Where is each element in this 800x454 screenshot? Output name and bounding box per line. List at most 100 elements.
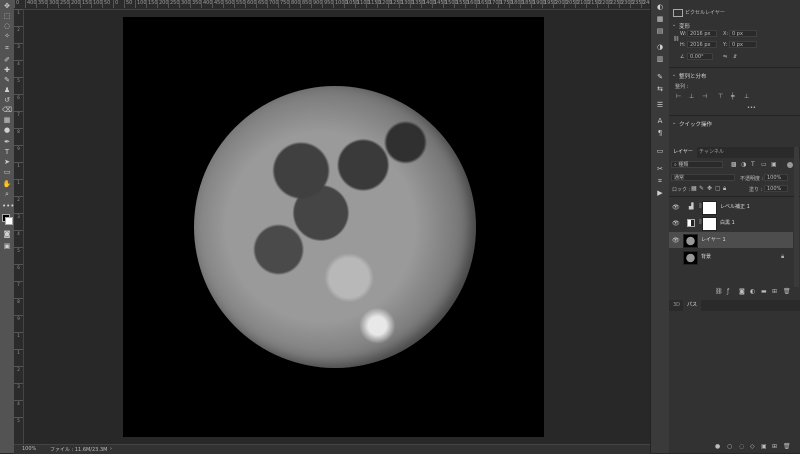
brush-icon[interactable]: ✎: [2, 76, 12, 84]
gradient-icon[interactable]: ▦: [2, 116, 12, 124]
magic-wand-icon[interactable]: ✧: [2, 32, 12, 40]
fill-field[interactable]: 100%: [764, 185, 788, 192]
brush-settings-icon[interactable]: ✎: [654, 72, 666, 82]
color-icon[interactable]: ◐: [654, 2, 666, 12]
angle-field[interactable]: 0.00°: [687, 53, 713, 60]
screen-mode-icon[interactable]: ▣: [2, 242, 12, 250]
delete-layer-icon[interactable]: 🗑︎: [783, 289, 791, 295]
quick-mask-icon[interactable]: ◙: [2, 230, 12, 238]
y-field[interactable]: 0 px: [729, 41, 757, 48]
layer-kind-filter[interactable]: ⌕ 種類: [671, 161, 723, 168]
new-adjustment-icon[interactable]: ◐: [750, 289, 756, 295]
character-icon[interactable]: A: [654, 116, 666, 126]
tools-presets-icon[interactable]: ✂: [654, 164, 666, 174]
height-field[interactable]: 2016 px: [687, 41, 717, 48]
layer-row[interactable]: 👁︎ ▟ ⛓ レベル補正 1: [669, 199, 793, 215]
zoom-icon[interactable]: ⌕: [2, 190, 12, 198]
gradient-panel-icon[interactable]: ▤: [654, 26, 666, 36]
healing-icon[interactable]: ✚: [2, 66, 12, 74]
path-select-icon[interactable]: ➤: [2, 158, 12, 166]
rectangle-icon[interactable]: ▭: [2, 168, 12, 176]
zoom-level[interactable]: 100%: [22, 446, 36, 452]
filter-toggle[interactable]: [787, 162, 793, 168]
filter-type-icon[interactable]: T: [751, 162, 757, 168]
filter-smart-icon[interactable]: ▣: [771, 162, 777, 168]
blend-mode-select[interactable]: 通常: [671, 174, 735, 181]
link-icon[interactable]: ⛓: [673, 36, 679, 42]
opacity-field[interactable]: 100%: [764, 174, 788, 181]
layer-row[interactable]: 👁︎ ⛓ 白黒 1: [669, 215, 793, 231]
status-arrow-icon[interactable]: ›: [110, 446, 112, 452]
lock-position-icon[interactable]: ✥: [707, 186, 713, 192]
pen-icon[interactable]: ✒: [2, 138, 12, 146]
actions-icon[interactable]: ▶: [654, 188, 666, 198]
lock-all-icon[interactable]: 🔒︎: [723, 186, 729, 192]
tab-channels[interactable]: チャンネル: [695, 147, 728, 158]
tab-layers[interactable]: レイヤー: [669, 147, 697, 158]
lasso-icon[interactable]: ◌: [2, 22, 12, 30]
adjustments-icon[interactable]: ◑: [654, 42, 666, 52]
background-color-swatch[interactable]: [5, 217, 13, 225]
fx-icon[interactable]: ƒ: [727, 289, 733, 295]
new-layer-icon[interactable]: ⊞: [772, 289, 778, 295]
visibility-eye-icon[interactable]: 👁︎: [672, 237, 680, 244]
lock-artboard-icon[interactable]: ▢: [715, 186, 721, 192]
width-field[interactable]: 2016 px: [687, 30, 717, 37]
lock-icon[interactable]: 🔒︎: [781, 253, 784, 261]
layers-scrollbar[interactable]: [794, 147, 799, 287]
layer-row[interactable]: 背景 🔒︎: [669, 249, 793, 265]
stroke-path-icon[interactable]: ○: [727, 444, 733, 450]
hand-icon[interactable]: ✋: [2, 180, 12, 188]
dodge-icon[interactable]: ●: [2, 126, 12, 134]
align-top-icon[interactable]: ⊤: [718, 94, 724, 100]
align-chevron-icon[interactable]: ⌄: [672, 72, 676, 78]
flip-horizontal-icon[interactable]: ⇋: [723, 54, 727, 60]
add-mask-icon[interactable]: ◙: [739, 289, 745, 295]
link-layers-icon[interactable]: ⛓: [715, 289, 723, 295]
learn-icon[interactable]: ▥: [654, 54, 666, 64]
filter-pixel-icon[interactable]: ▩: [731, 162, 737, 168]
new-group-icon[interactable]: ▬: [761, 289, 767, 295]
eraser-icon[interactable]: ⌫: [2, 106, 12, 114]
clone-source-icon[interactable]: ⇆: [654, 84, 666, 94]
transform-chevron-icon[interactable]: ⌄: [672, 22, 676, 28]
visibility-eye-icon[interactable]: 👁︎: [672, 204, 680, 211]
add-mask-path-icon[interactable]: ▣: [761, 444, 767, 450]
align-hcenter-icon[interactable]: ⊥: [689, 94, 695, 100]
history-brush-icon[interactable]: ↺: [2, 96, 12, 104]
quick-actions-chevron-icon[interactable]: ⌄: [672, 120, 676, 126]
history-icon[interactable]: ⌗: [654, 176, 666, 186]
ruler-tick-label: 3: [14, 383, 23, 389]
paragraph-icon[interactable]: ¶: [654, 128, 666, 138]
layer-row-selected[interactable]: 👁︎ レイヤー 1: [669, 232, 793, 248]
info-icon[interactable]: ▭: [654, 146, 666, 156]
move-icon[interactable]: ✥: [2, 2, 12, 10]
swatches-icon[interactable]: ▦: [654, 14, 666, 24]
tab-paths[interactable]: パス: [683, 300, 702, 311]
fill-path-icon[interactable]: ●: [715, 444, 721, 450]
new-path-icon[interactable]: ⊞: [772, 444, 778, 450]
lock-transparent-icon[interactable]: ▦: [691, 186, 697, 192]
align-vcenter-icon[interactable]: ╪: [731, 94, 737, 100]
load-selection-icon[interactable]: ◌: [739, 444, 745, 450]
type-icon[interactable]: T: [2, 148, 12, 156]
more-icon[interactable]: •••: [2, 202, 14, 210]
align-left-icon[interactable]: ⊢: [676, 94, 682, 100]
stamp-icon[interactable]: ♟: [2, 86, 12, 94]
marquee-icon[interactable]: ⬚: [2, 12, 12, 20]
align-right-icon[interactable]: ⊣: [702, 94, 708, 100]
more-options-icon[interactable]: •••: [747, 105, 756, 111]
tab-3d[interactable]: 3D: [669, 300, 684, 311]
filter-shape-icon[interactable]: ▭: [761, 162, 767, 168]
flip-vertical-icon[interactable]: ⇵: [733, 54, 737, 60]
eyedropper-icon[interactable]: ✐: [2, 56, 12, 64]
lock-image-icon[interactable]: ✎: [699, 186, 705, 192]
make-path-icon[interactable]: ◇: [750, 444, 756, 450]
align-bottom-icon[interactable]: ⊥: [744, 94, 750, 100]
crop-icon[interactable]: ⌗: [2, 44, 12, 52]
visibility-eye-icon[interactable]: 👁︎: [672, 220, 680, 227]
x-field[interactable]: 0 px: [729, 30, 757, 37]
delete-path-icon[interactable]: 🗑︎: [783, 444, 791, 450]
properties-icon[interactable]: ☰: [654, 100, 666, 110]
filter-adjust-icon[interactable]: ◑: [741, 162, 747, 168]
